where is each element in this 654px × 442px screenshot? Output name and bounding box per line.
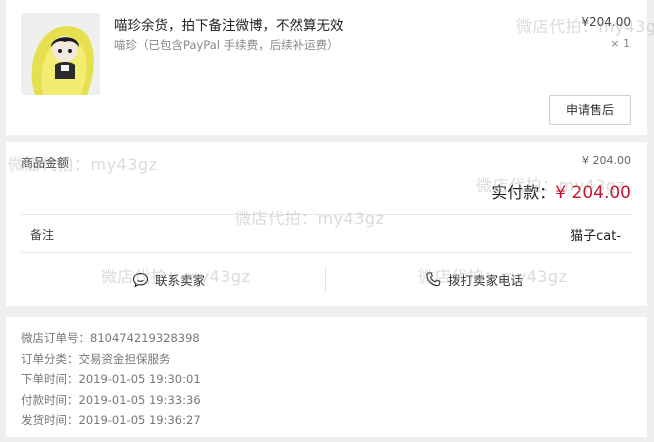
paid-value: ¥ 204.00: [555, 183, 631, 203]
product-subtitle: 喵珍（已包含PayPal 手续费，后续补运费）: [114, 38, 339, 52]
goods-amount-value: ¥ 204.00: [582, 154, 631, 167]
contact-seller-label: 联系卖家: [155, 273, 206, 288]
note-value: 猫子cat-: [570, 229, 621, 244]
product-image: [21, 13, 100, 95]
product-quantity: × 1: [610, 37, 630, 50]
product-price: ¥204.00: [581, 15, 631, 29]
action-separator: [325, 266, 326, 292]
note-label: 备注: [30, 228, 55, 242]
divider: [21, 214, 632, 215]
shipping-time: 发货时间：2019-01-05 19:36:27: [21, 413, 201, 427]
order-time: 下单时间：2019-01-05 19:30:01: [21, 372, 201, 386]
call-seller-button[interactable]: 拨打卖家电话: [425, 270, 523, 289]
order-category: 订单分类：交易资金担保服务: [21, 351, 171, 366]
divider: [21, 252, 632, 253]
product-title[interactable]: 喵珍余货，拍下备注微博，不然算无效: [114, 14, 344, 34]
product-card[interactable]: 喵珍余货，拍下备注微博，不然算无效 喵珍（已包含PayPal 手续费，后续补运费…: [6, 0, 647, 135]
paid-label: 实付款：: [491, 183, 556, 202]
goods-amount-label: 商品金额: [21, 156, 70, 170]
paid-amount: 实付款：¥ 204.00: [491, 179, 631, 203]
contact-seller-button[interactable]: 联系卖家: [132, 270, 205, 289]
request-after-sales-button[interactable]: 申请售后: [549, 95, 631, 125]
phone-icon: [425, 271, 442, 288]
payment-time: 付款时间：2019-01-05 19:33:36: [21, 392, 201, 407]
product-thumbnail[interactable]: [21, 13, 100, 95]
call-seller-label: 拨打卖家电话: [448, 273, 524, 288]
order-info-card: 微店订单号：810474219328398 订单分类：交易资金担保服务 下单时间…: [6, 317, 647, 437]
order-number: 微店订单号：810474219328398: [21, 331, 200, 345]
chat-bubble-icon: [132, 272, 149, 288]
amount-card: 商品金额 ¥ 204.00 实付款：¥ 204.00 备注 猫子cat- 联系卖…: [6, 142, 647, 306]
